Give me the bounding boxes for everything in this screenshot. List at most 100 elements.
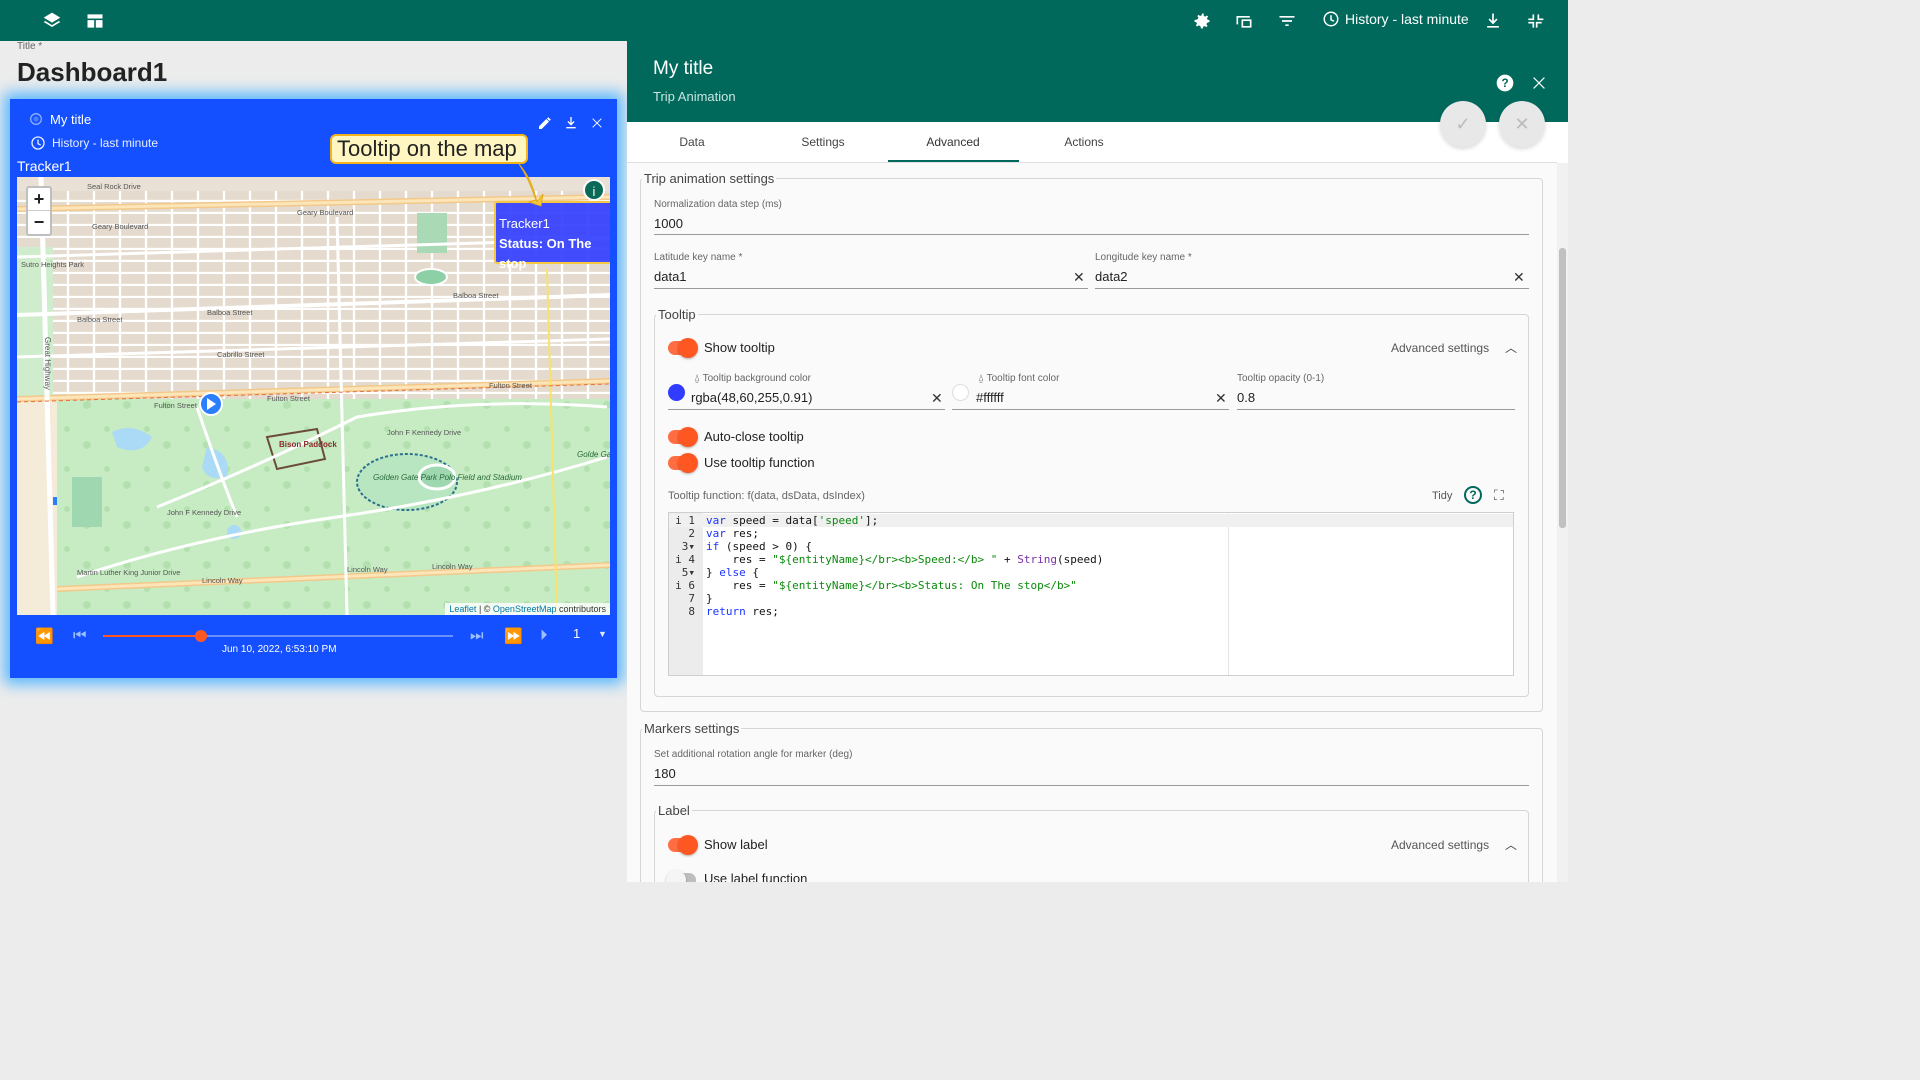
widget-timewindow-label: History - last minute [52,136,159,150]
chevron-up-icon[interactable]: ︿ [1505,339,1517,356]
tooltip-function-editor[interactable]: i 1 var speed = data['speed']; 2 var res; … [668,512,1514,676]
slider-thumb[interactable] [195,630,207,642]
osm-link[interactable]: OpenStreetMap [493,604,557,614]
play-icon[interactable]: ⏵ [540,627,548,644]
skip-previous-icon[interactable]: ⏮ [73,627,87,644]
rotation-angle-input[interactable]: 180 [654,766,676,781]
font-color-swatch[interactable] [952,384,969,401]
normalization-input[interactable]: 1000 [654,216,683,231]
help-icon[interactable]: ? [1495,73,1517,95]
palette-icon: ⍙ [694,373,703,384]
markers-legend: Markers settings [644,721,740,736]
settings-icon[interactable] [1191,10,1213,32]
attribution-contributors: contributors [556,604,606,614]
use-tooltip-function-toggle[interactable] [668,453,698,473]
map-label: Lincoln Way [347,565,388,574]
auto-close-label: Auto-close tooltip [704,429,804,444]
chevron-up-icon[interactable]: ︿ [1505,836,1517,853]
show-label-toggle[interactable] [668,835,698,855]
devices-icon[interactable] [1233,10,1255,32]
dashboard-title[interactable]: Dashboard1 [17,57,167,88]
edit-icon[interactable] [537,115,555,133]
tab-advanced[interactable]: Advanced [888,135,1018,149]
filter-icon[interactable] [1276,10,1298,32]
dashboard-layout-icon[interactable] [84,10,106,32]
map-label: John F Kennedy Drive [167,508,241,517]
tooltip-font-color-input[interactable]: #ffffff [976,390,1004,405]
advanced-settings-toggle[interactable]: Advanced settings [1391,341,1489,355]
rotation-angle-label: Set additional rotation angle for marker… [654,749,853,760]
layers-icon[interactable] [41,10,63,32]
tooltip-opacity-input[interactable]: 0.8 [1237,390,1255,405]
top-toolbar: History - last minute [0,0,1568,41]
map-label: Lincoln Way [432,562,473,571]
code-line: res = "${entityName}</br><b>Speed:</b> "… [706,553,1104,566]
field-underline [952,409,1229,410]
latitude-label: Latitude key name * [654,252,743,263]
speed-select[interactable]: 1 [573,626,580,641]
download-icon[interactable] [1482,10,1504,32]
tooltip-bg-color-input[interactable]: rgba(48,60,255,0.91) [691,390,812,405]
trip-animation-legend: Trip animation settings [644,171,775,186]
fast-rewind-icon[interactable]: ⏪ [35,627,54,645]
playback-controls: ⏪ ⏮ Jun 10, 2022, 6:53:10 PM ⏭ ⏩ ⏵ 1 ▼ [10,619,617,678]
clear-latitude-icon[interactable]: ✕ [1073,269,1085,286]
advanced-settings-content: Trip animation settings Normalization da… [627,163,1557,882]
panel-scrollbar[interactable] [1557,163,1568,882]
clock-icon [31,136,45,150]
tooltip-opacity-label: Tooltip opacity (0-1) [1237,373,1325,384]
field-underline [1237,409,1515,410]
clear-bg-color-icon[interactable]: ✕ [931,390,943,407]
download-icon[interactable] [563,115,581,133]
close-icon[interactable] [589,115,607,133]
map-label: Lincoln Way [202,576,243,585]
chevron-down-icon[interactable]: ▼ [598,629,607,639]
skip-next-icon[interactable]: ⏭ [470,627,484,644]
longitude-input[interactable]: data2 [1095,269,1128,284]
auto-close-toggle[interactable] [668,427,698,447]
clear-font-color-icon[interactable]: ✕ [1215,390,1227,407]
leaflet-link[interactable]: Leaflet [449,604,476,614]
map-attribution: Leaflet | © OpenStreetMap contributors [445,603,610,615]
fullscreen-icon[interactable]: ⛶ [1494,487,1504,504]
show-tooltip-toggle[interactable] [668,338,698,358]
use-label-function-label: Use label function [704,871,808,882]
clear-longitude-icon[interactable]: ✕ [1513,269,1525,286]
info-icon[interactable]: i [583,179,605,201]
tab-actions[interactable]: Actions [1019,135,1149,149]
map-label: Martin Luther King Junior Drive [77,568,180,577]
map-label: Golden Gate Park Polo Field and Stadium [373,473,522,482]
playback-slider[interactable] [103,630,453,642]
close-icon[interactable] [1529,73,1551,95]
timewindow-button[interactable]: History - last minute [1322,10,1469,28]
scrollbar-thumb[interactable] [1559,248,1566,528]
tab-settings[interactable]: Settings [758,135,888,149]
map-label: Cabrillo Street [217,350,265,359]
widget-timewindow[interactable]: History - last minute [30,135,158,151]
zoom-in-button[interactable]: + [28,188,50,211]
fullscreen-exit-icon[interactable] [1524,10,1546,32]
use-label-function-toggle[interactable] [666,870,696,882]
map-tooltip-status: Status: On The stop [499,236,592,271]
map-view[interactable]: Geary Boulevard Geary Boulevard Balboa S… [17,177,610,615]
label-advanced-settings-toggle[interactable]: Advanced settings [1391,838,1489,852]
tab-data[interactable]: Data [627,135,757,149]
field-underline [668,409,945,410]
timewindow-label: History - last minute [1345,11,1469,27]
fast-forward-icon[interactable]: ⏩ [504,627,523,645]
tidy-button[interactable]: Tidy [1432,490,1452,502]
field-underline [654,785,1529,786]
bg-color-swatch[interactable] [668,384,685,401]
line-number: i 6 [675,579,695,592]
widget-settings-panel: My title Trip Animation ? ✓ ✕ Data Setti… [627,41,1568,882]
zoom-out-button[interactable]: − [28,211,50,234]
attribution-sep: | © [476,604,493,614]
use-tooltip-function-label: Use tooltip function [704,455,815,470]
code-line: } else { [706,566,759,579]
zoom-control: + − [26,186,52,236]
help-icon[interactable]: ? [1464,486,1482,504]
code-line: var res; [706,527,759,540]
current-timestamp: Jun 10, 2022, 6:53:10 PM [222,644,337,655]
map-tooltip-name: Tracker1 [499,216,550,231]
latitude-input[interactable]: data1 [654,269,687,284]
